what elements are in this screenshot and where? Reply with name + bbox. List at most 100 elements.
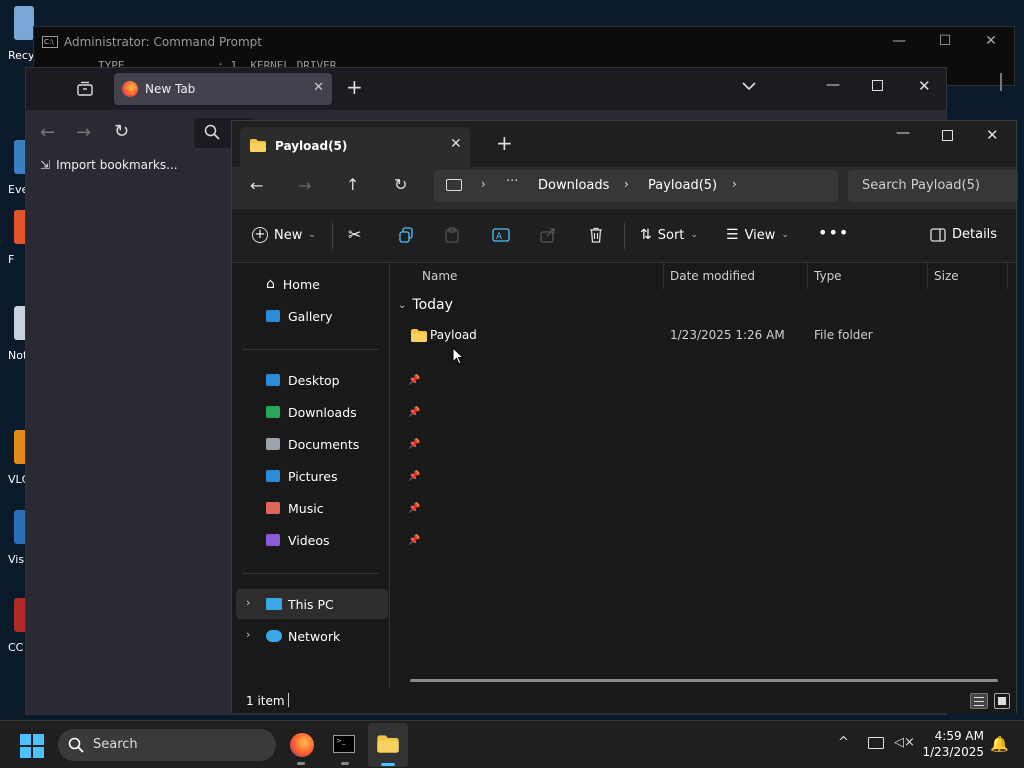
large-icons-view-icon[interactable] xyxy=(994,693,1010,709)
pin-icon[interactable]: 📌 xyxy=(408,407,420,418)
back-arrow-icon[interactable]: ← xyxy=(250,176,263,195)
scrollbar[interactable] xyxy=(1000,73,1002,91)
nav-gallery[interactable]: Gallery xyxy=(266,305,333,327)
import-icon: ⇲ xyxy=(40,158,51,172)
terminal-taskbar-icon[interactable]: >_ xyxy=(333,735,355,753)
forward-arrow-icon[interactable]: → xyxy=(76,122,91,143)
nav-network[interactable]: › Network xyxy=(236,621,388,651)
start-button[interactable] xyxy=(20,734,44,758)
more-options-icon[interactable]: ••• xyxy=(818,223,849,242)
status-divider xyxy=(288,693,289,707)
address-bar[interactable]: › ··· Downloads › Payload(5) › xyxy=(434,170,838,202)
forward-arrow-icon[interactable]: → xyxy=(298,176,311,195)
nav-desktop[interactable]: Desktop 📌 xyxy=(266,369,420,391)
search-box[interactable]: Search Payload(5) xyxy=(848,170,1018,202)
nav-home[interactable]: ⌂ Home xyxy=(266,273,320,295)
share-icon[interactable] xyxy=(540,227,556,243)
column-header-type[interactable]: Type xyxy=(814,269,842,283)
refresh-icon[interactable]: ↻ xyxy=(394,175,407,194)
address-row: ← → ↑ ↻ › ··· Downloads › Payload(5) › S… xyxy=(232,167,1018,209)
copy-icon[interactable] xyxy=(398,227,414,243)
nav-this-pc[interactable]: › This PC xyxy=(236,589,388,619)
tab-payload5[interactable]: Payload(5) ✕ xyxy=(240,127,470,167)
tab-list-icon[interactable] xyxy=(76,81,94,97)
close-button[interactable]: ✕ xyxy=(968,27,1014,55)
chevron-down-icon[interactable] xyxy=(742,81,756,91)
chevron-up-icon[interactable]: ^ xyxy=(838,735,849,750)
chevron-right-icon[interactable]: › xyxy=(246,628,250,641)
clock-date: 1/23/2025 xyxy=(922,745,984,759)
nav-downloads[interactable]: Downloads 📌 xyxy=(266,401,420,423)
maximize-button[interactable] xyxy=(872,80,883,91)
new-tab-button[interactable]: + xyxy=(496,133,513,153)
notification-bell-icon[interactable]: 🔔 xyxy=(990,735,1009,753)
pin-icon[interactable]: 📌 xyxy=(408,535,420,546)
group-header-today[interactable]: ⌄ Today xyxy=(398,297,453,313)
nav-documents[interactable]: Documents 📌 xyxy=(266,433,420,455)
breadcrumb-payload5[interactable]: Payload(5) xyxy=(648,178,717,193)
more-breadcrumbs-icon[interactable]: ··· xyxy=(506,174,518,189)
column-divider[interactable] xyxy=(1007,263,1008,289)
item-count: 1 item xyxy=(246,694,285,708)
pin-icon[interactable]: 📌 xyxy=(408,503,420,514)
horizontal-scrollbar[interactable] xyxy=(410,679,998,682)
maximize-button[interactable]: ☐ xyxy=(922,27,968,55)
file-explorer-window[interactable]: Payload(5) ✕ + — ✕ ← → ↑ ↻ › ··· Downloa… xyxy=(231,120,1018,713)
new-button[interactable]: + New ⌄ xyxy=(252,227,316,243)
reload-icon[interactable]: ↻ xyxy=(114,121,129,142)
rename-icon[interactable]: A xyxy=(492,227,510,243)
tab-new-tab[interactable]: New Tab ✕ xyxy=(114,73,332,105)
taskbar-search-label: Search xyxy=(93,737,138,752)
network-status-icon[interactable] xyxy=(868,737,884,749)
nav-music[interactable]: Music 📌 xyxy=(266,497,420,519)
column-divider[interactable] xyxy=(663,263,664,289)
details-pane-icon xyxy=(930,227,946,242)
file-row[interactable]: Payload 1/23/2025 1:26 AM File folder xyxy=(408,325,1008,347)
close-button[interactable]: ✕ xyxy=(918,77,931,95)
clock[interactable]: 4:59 AM 1/23/2025 xyxy=(918,729,984,759)
pin-icon[interactable]: 📌 xyxy=(408,471,420,482)
column-header-size[interactable]: Size xyxy=(934,269,959,283)
column-divider[interactable] xyxy=(807,263,808,289)
sort-button[interactable]: ⇅ Sort ⌄ xyxy=(640,227,698,243)
network-icon xyxy=(266,630,282,642)
file-date: 1/23/2025 1:26 AM xyxy=(670,328,785,342)
minimize-button[interactable]: — xyxy=(826,77,840,93)
minimize-button[interactable]: — xyxy=(896,125,910,141)
column-header-name[interactable]: Name xyxy=(422,269,457,283)
nav-network-label: Network xyxy=(288,629,341,644)
cut-icon[interactable]: ✂ xyxy=(348,225,361,244)
import-bookmarks-link[interactable]: ⇲ Import bookmarks... xyxy=(40,158,178,172)
firefox-taskbar-icon[interactable] xyxy=(290,733,314,757)
plus-circle-icon: + xyxy=(252,227,268,243)
explorer-taskbar-button[interactable] xyxy=(368,723,408,767)
column-header-date[interactable]: Date modified xyxy=(670,269,755,283)
close-tab-icon[interactable]: ✕ xyxy=(450,136,462,152)
chevron-down-icon: ⌄ xyxy=(690,230,698,240)
nav-videos[interactable]: Videos 📌 xyxy=(266,529,420,551)
paste-icon[interactable] xyxy=(444,227,460,243)
details-pane-button[interactable]: Details xyxy=(930,227,997,242)
column-divider[interactable] xyxy=(927,263,928,289)
desktop-shortcut-icon xyxy=(14,6,34,40)
desktop-icon[interactable]: Recy xyxy=(0,6,34,62)
chevron-right-icon[interactable]: › xyxy=(246,596,250,609)
up-arrow-icon[interactable]: ↑ xyxy=(346,175,359,194)
close-button[interactable]: ✕ xyxy=(986,126,999,144)
pin-icon[interactable]: 📌 xyxy=(408,439,420,450)
pin-icon[interactable]: 📌 xyxy=(408,375,420,386)
minimize-button[interactable]: — xyxy=(876,27,922,55)
back-arrow-icon[interactable]: ← xyxy=(40,122,55,143)
close-tab-icon[interactable]: ✕ xyxy=(313,80,324,95)
volume-muted-icon[interactable]: ◁× xyxy=(894,735,915,750)
maximize-button[interactable] xyxy=(942,130,953,141)
details-view-icon[interactable] xyxy=(970,693,988,709)
view-button[interactable]: ☰ View ⌄ xyxy=(726,227,789,243)
nav-pictures[interactable]: Pictures 📌 xyxy=(266,465,420,487)
command-bar: + New ⌄ ✂ A ⇅ Sort ⌄ ☰ View ⌄ ••• Detail… xyxy=(232,209,1016,263)
new-tab-button[interactable]: + xyxy=(346,77,363,97)
delete-icon[interactable] xyxy=(588,227,604,243)
taskbar-search[interactable]: Search xyxy=(58,729,276,761)
search-icon xyxy=(68,737,84,753)
breadcrumb-downloads[interactable]: Downloads xyxy=(538,178,609,193)
